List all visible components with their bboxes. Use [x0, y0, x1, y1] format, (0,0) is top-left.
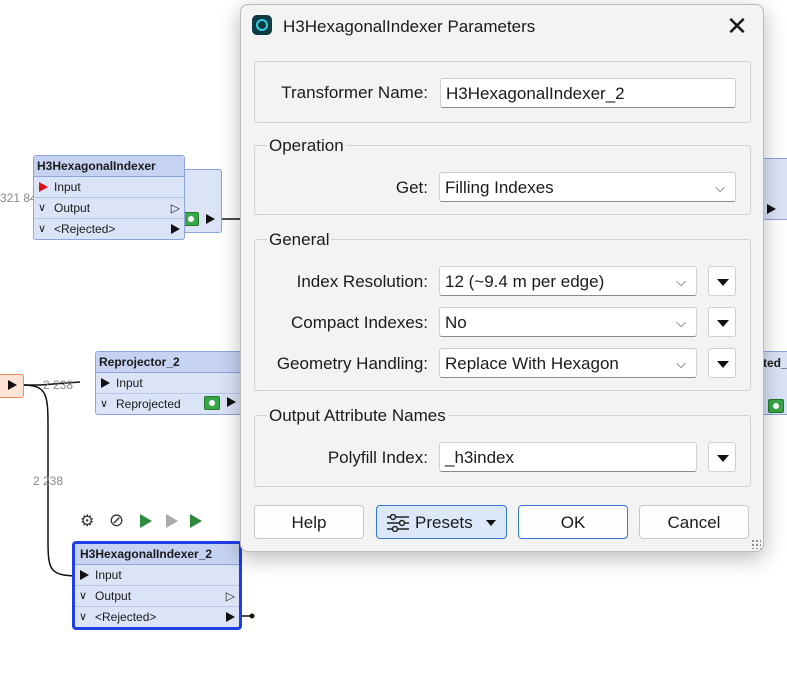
polyfill-index-dropdown-arrow-icon[interactable] — [708, 442, 736, 472]
node-title: H3HexagonalIndexer — [34, 156, 184, 177]
get-select-value: Filling Indexes — [445, 178, 554, 197]
feature-count-label: 2 238 — [43, 378, 74, 392]
index-resolution-select[interactable]: 12 (~9.4 m per edge) ⌵ — [439, 266, 697, 296]
resize-grip-icon[interactable] — [751, 539, 761, 549]
chevron-down-icon[interactable]: ∨ — [79, 586, 87, 606]
input-arrow-icon — [101, 378, 110, 388]
transformer-name-input[interactable]: H3HexagonalIndexer_2 — [440, 78, 736, 108]
input-port[interactable]: Input — [75, 565, 239, 585]
inspect-icon[interactable] — [204, 396, 220, 410]
output-attribute-names-group: Output Attribute Names Polyfill Index: _… — [254, 406, 751, 487]
help-button[interactable]: Help — [254, 505, 364, 539]
polyfill-index-label: Polyfill Index: — [327, 448, 428, 467]
index-resolution-dropdown-arrow-icon[interactable] — [708, 266, 736, 296]
feature-count-label: 2 238 — [33, 474, 64, 488]
chevron-down-icon[interactable]: ∨ — [38, 198, 46, 218]
chevron-down-icon: ⌵ — [715, 180, 725, 195]
close-icon[interactable]: ✕ — [723, 11, 751, 41]
chevron-down-icon: ⌵ — [676, 356, 686, 371]
chevron-down-icon: ⌵ — [676, 315, 686, 330]
feature-count-partial: 321 84 — [0, 191, 37, 205]
port-label: Input — [95, 568, 122, 582]
geometry-handling-dropdown-arrow-icon[interactable] — [708, 348, 736, 378]
node-title: H3HexagonalIndexer_2 — [75, 544, 239, 565]
output-hollow-arrow-icon: ▷ — [225, 589, 235, 603]
input-port[interactable]: Input — [34, 177, 184, 197]
port-label: Input — [116, 376, 143, 390]
port-label: <Rejected> — [54, 222, 116, 236]
presets-label: Presets — [415, 513, 473, 532]
node-title-partial: ted_ — [763, 356, 787, 370]
get-select[interactable]: Filling Indexes ⌵ — [439, 172, 736, 202]
transformer-node-h3hexagonalindexer[interactable]: H3HexagonalIndexer Input ∨ Output ▷ ∨ <R… — [33, 155, 185, 240]
compact-indexes-dropdown-arrow-icon[interactable] — [708, 307, 736, 337]
port-label: Reprojected — [116, 397, 181, 411]
dialog-titlebar[interactable]: H3HexagonalIndexer Parameters ✕ — [241, 5, 763, 49]
output-arrow-icon — [171, 224, 180, 234]
port-label: Output — [54, 201, 91, 215]
geometry-handling-label: Geometry Handling: — [276, 354, 428, 373]
rejected-port[interactable]: ∨ <Rejected> — [34, 218, 184, 239]
disable-icon[interactable]: ⊘ — [109, 510, 124, 531]
transformer-node-reprojector[interactable]: Reprojector_2 Input ∨ Reprojected — [95, 351, 247, 415]
run-only-icon[interactable] — [190, 514, 202, 528]
general-group: General Index Resolution: 12 (~9.4 m per… — [254, 230, 751, 391]
index-resolution-value: 12 (~9.4 m per edge) — [445, 272, 605, 291]
group-title: Output Attribute Names — [267, 406, 448, 426]
port-label: Output — [95, 589, 132, 603]
port-label: <Rejected> — [95, 610, 157, 624]
output-arrow-icon — [767, 204, 776, 214]
node-title: Reprojector_2 — [96, 352, 246, 373]
group-title: General — [267, 230, 332, 250]
output-hollow-arrow-icon: ▷ — [170, 201, 180, 215]
chevron-down-icon[interactable]: ∨ — [79, 607, 87, 627]
run-from-icon[interactable] — [166, 514, 178, 528]
output-port[interactable]: ∨ Output ▷ — [34, 197, 184, 218]
rejected-port[interactable]: ∨ <Rejected> — [75, 606, 239, 627]
transformer-name-group: Transformer Name: H3HexagonalIndexer_2 — [254, 61, 751, 123]
output-port-icon — [206, 214, 215, 224]
output-port[interactable]: ∨ Output ▷ — [75, 585, 239, 606]
group-title: Operation — [267, 136, 346, 156]
input-arrow-icon — [80, 570, 89, 580]
presets-dropdown-arrow-icon[interactable] — [486, 520, 496, 526]
geometry-handling-select[interactable]: Replace With Hexagon ⌵ — [439, 348, 697, 378]
fme-app-icon — [252, 15, 272, 35]
cancel-button[interactable]: Cancel — [639, 505, 749, 539]
parameters-dialog: H3HexagonalIndexer Parameters ✕ Transfor… — [240, 4, 764, 552]
ok-button[interactable]: OK — [518, 505, 628, 539]
compact-indexes-value: No — [445, 313, 467, 332]
reprojected-port[interactable]: ∨ Reprojected — [96, 393, 246, 414]
transformer-node-h3hexagonalindexer-2[interactable]: H3HexagonalIndexer_2 Input ∨ Output ▷ ∨ … — [72, 541, 242, 630]
output-arrow-icon — [226, 612, 235, 622]
run-to-icon[interactable] — [140, 514, 152, 528]
input-port[interactable]: Input — [96, 373, 246, 393]
chevron-down-icon: ⌵ — [676, 274, 686, 289]
input-arrow-icon — [39, 182, 48, 192]
output-arrow-icon — [8, 380, 17, 390]
gear-icon[interactable]: ⚙ — [80, 511, 94, 531]
port-label: Input — [54, 180, 81, 194]
geometry-handling-value: Replace With Hexagon — [445, 354, 619, 373]
presets-sliders-icon — [387, 514, 409, 532]
presets-button[interactable]: Presets — [376, 505, 507, 539]
chevron-down-icon[interactable]: ∨ — [100, 394, 108, 414]
transformer-name-label: Transformer Name: — [281, 83, 428, 102]
output-arrow-icon — [227, 397, 236, 407]
get-label: Get: — [395, 178, 428, 197]
inspect-icon[interactable] — [183, 212, 199, 226]
compact-indexes-select[interactable]: No ⌵ — [439, 307, 697, 337]
dialog-title: H3HexagonalIndexer Parameters — [283, 17, 536, 36]
compact-indexes-label: Compact Indexes: — [290, 313, 428, 332]
polyfill-index-input[interactable]: _h3index — [439, 442, 697, 472]
chevron-down-icon[interactable]: ∨ — [38, 219, 46, 239]
inspect-icon[interactable] — [768, 399, 784, 413]
operation-group: Operation Get: Filling Indexes ⌵ — [254, 136, 751, 215]
index-resolution-label: Index Resolution: — [296, 272, 428, 291]
